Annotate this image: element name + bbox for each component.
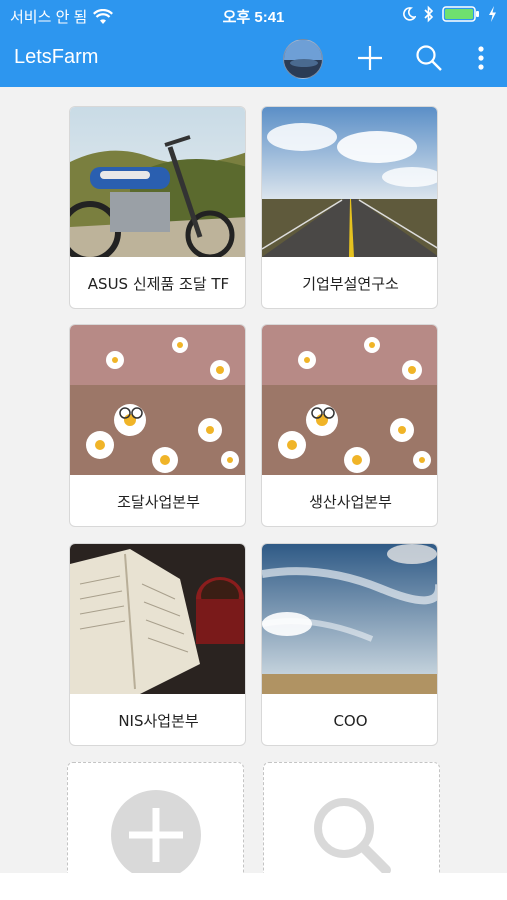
search-button[interactable] xyxy=(414,43,444,73)
battery-icon xyxy=(442,6,479,22)
card-image-daisies xyxy=(70,325,245,475)
app-bar: LetsFarm xyxy=(0,30,507,87)
card-image-road xyxy=(262,107,437,257)
search-group-card[interactable] xyxy=(263,762,440,873)
bottom-edge xyxy=(0,873,507,900)
group-card-research[interactable]: 기업부설연구소 xyxy=(261,106,438,309)
more-button[interactable] xyxy=(466,43,496,73)
add-icon xyxy=(358,46,382,70)
card-label: 생산사업본부 xyxy=(309,493,392,511)
card-label: NIS사업본부 xyxy=(118,712,199,730)
add-button[interactable] xyxy=(355,43,385,73)
charging-icon xyxy=(489,6,496,22)
group-card-coo[interactable]: COO xyxy=(261,543,438,746)
card-label: 조달사업본부 xyxy=(117,493,200,511)
more-vertical-icon xyxy=(478,46,484,70)
add-group-card[interactable] xyxy=(67,762,244,873)
card-label: ASUS 신제품 조달 TF xyxy=(87,275,230,293)
group-card-procurement[interactable]: 조달사업본부 xyxy=(69,324,246,527)
card-image-daisies xyxy=(262,325,437,475)
card-image-sky xyxy=(262,544,437,694)
card-label: COO xyxy=(333,711,368,730)
group-card-production[interactable]: 생산사업본부 xyxy=(261,324,438,527)
moon-icon xyxy=(403,7,416,21)
avatar[interactable] xyxy=(283,39,323,79)
plus-circle-icon xyxy=(111,790,201,873)
card-label: 기업부설연구소 xyxy=(302,275,399,293)
avatar-image xyxy=(284,40,322,78)
group-grid: ASUS 신제품 조달 TF 기업부설연구소 조달사업본부 생산사업본부 NIS… xyxy=(0,87,507,873)
group-card-asus[interactable]: ASUS 신제품 조달 TF xyxy=(69,106,246,309)
group-card-nis[interactable]: NIS사업본부 xyxy=(69,543,246,746)
card-image-book xyxy=(70,544,245,694)
search-icon xyxy=(416,45,442,71)
bluetooth-icon xyxy=(424,5,434,23)
app-title: LetsFarm xyxy=(14,46,99,68)
status-bar: 서비스 안 됨 오후 5:41 xyxy=(0,0,507,30)
status-right xyxy=(402,5,497,23)
search-icon xyxy=(314,798,391,873)
card-image-motorcycle xyxy=(70,107,245,257)
